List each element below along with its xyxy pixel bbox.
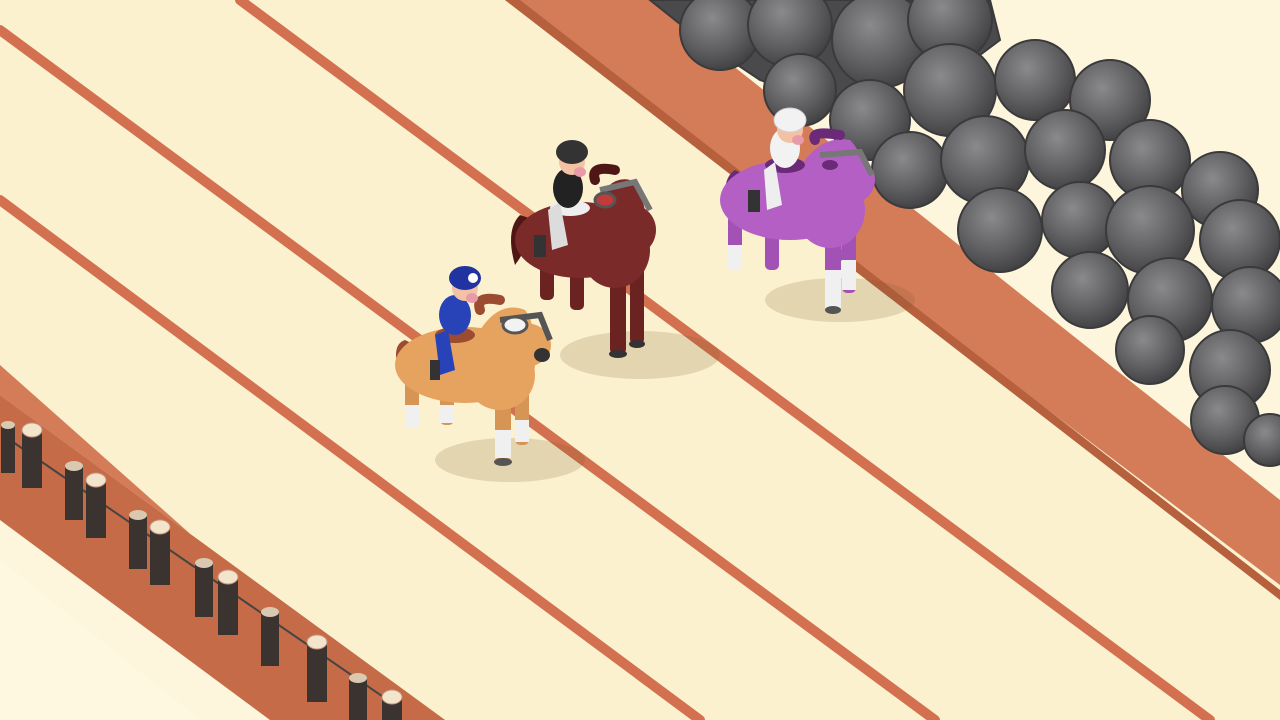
race-scene — [0, 0, 1280, 720]
